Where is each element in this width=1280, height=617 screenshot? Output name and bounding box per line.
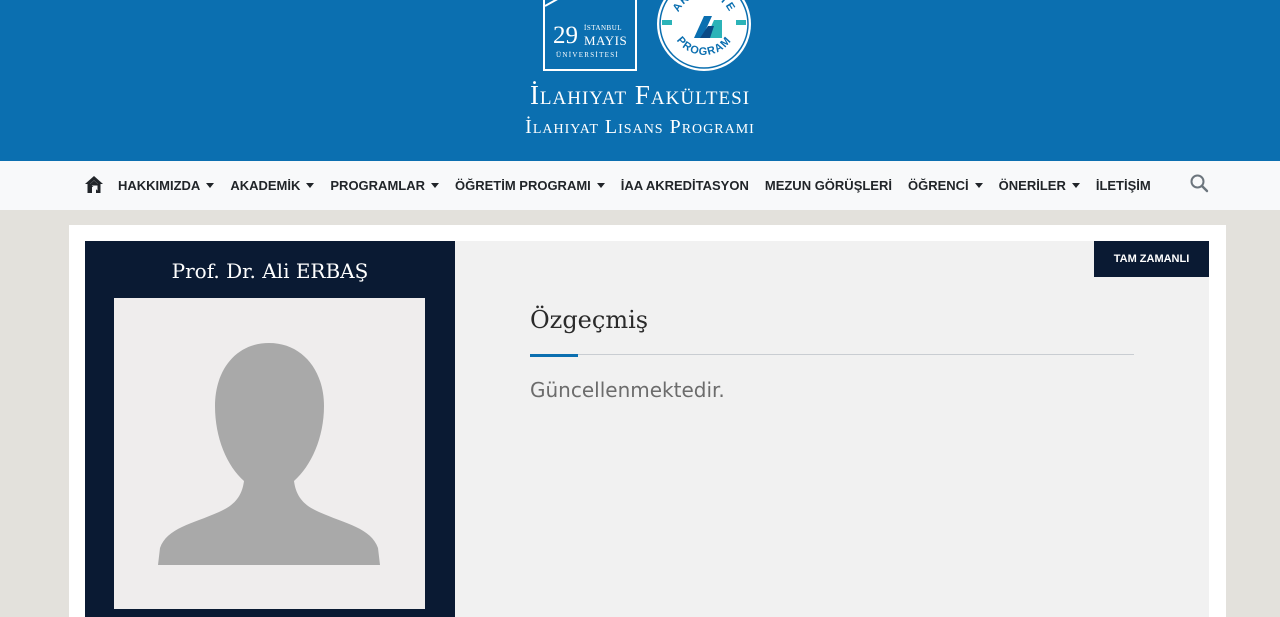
caret-down-icon xyxy=(596,183,605,188)
profile-name: Prof. Dr. Ali ERBAŞ xyxy=(171,259,369,283)
university-logo-number: 29 xyxy=(553,22,578,49)
caret-down-icon xyxy=(974,183,983,188)
accreditation-logo[interactable]: AKREDİTE PROGRAM xyxy=(656,0,752,72)
section-divider-accent xyxy=(530,354,578,357)
nav-item-mezun-go-ru-s-leri[interactable]: MEZUN GÖRÜŞLERİ xyxy=(757,161,900,210)
nav-item-akademi-k[interactable]: AKADEMİK xyxy=(222,161,322,210)
university-logo-line3: ÜNİVERSİTESİ xyxy=(556,51,620,59)
nav-item-label: PROGRAMLAR xyxy=(330,178,425,193)
section-body: Güncellenmektedir. xyxy=(530,378,725,402)
search-icon[interactable] xyxy=(1189,173,1209,193)
profile-panel: Prof. Dr. Ali ERBAŞ xyxy=(85,241,455,617)
nav-item-o-neri-ler[interactable]: ÖNERİLER xyxy=(991,161,1088,210)
section-divider xyxy=(530,354,1134,355)
nav-item-label: İLETİŞİM xyxy=(1095,178,1151,193)
home-icon[interactable] xyxy=(84,175,104,194)
site-header: 29 İSTANBUL MAYIS ÜNİVERSİTESİ AKREDİTE … xyxy=(0,0,1280,161)
nav-item-o-g-renci[interactable]: ÖĞRENCİ xyxy=(900,161,991,210)
nav-item-hakkimizda[interactable]: HAKKIMIZDA xyxy=(110,161,222,210)
nav-item-label: MEZUN GÖRÜŞLERİ xyxy=(764,178,892,193)
caret-down-icon xyxy=(431,183,439,188)
nav-item-programlar[interactable]: PROGRAMLAR xyxy=(322,161,447,210)
nav-item-label: AKADEMİK xyxy=(230,178,301,193)
nav-item-i-leti-s-i-m[interactable]: İLETİŞİM xyxy=(1088,161,1159,210)
nav-item-label: İAA AKREDİTASYON xyxy=(620,178,749,193)
nav-menu: HAKKIMIZDA AKADEMİK PROGRAMLAR ÖĞRETİM PROG… xyxy=(110,161,1159,210)
nav-item-o-g-reti-m-programi[interactable]: ÖĞRETİM PROGRAMI xyxy=(447,161,613,210)
university-logo-line2: MAYIS xyxy=(584,33,628,48)
nav-item-label: HAKKIMIZDA xyxy=(118,178,201,193)
caret-down-icon xyxy=(306,183,315,188)
section-title: Özgeçmiş xyxy=(530,306,649,334)
university-logo-line1: İSTANBUL xyxy=(584,24,623,32)
nav-item-label: ÖNERİLER xyxy=(998,178,1066,193)
faculty-title[interactable]: İlahiyat Fakültesi xyxy=(0,80,1280,111)
nav-item-label: ÖĞRENCİ xyxy=(907,178,969,193)
program-title[interactable]: İlahiyat Lisans Programı xyxy=(0,116,1280,139)
profile-photo xyxy=(114,298,425,609)
caret-down-icon xyxy=(206,183,215,188)
employment-type-badge: TAM ZAMANLI xyxy=(1094,241,1209,277)
caret-down-icon xyxy=(1071,183,1080,188)
nav-item-label: ÖĞRETİM PROGRAMI xyxy=(455,178,591,193)
main-navbar: HAKKIMIZDA AKADEMİK PROGRAMLAR ÖĞRETİM PROG… xyxy=(0,161,1280,210)
content-panel xyxy=(455,241,1209,617)
avatar-placeholder-icon xyxy=(158,343,380,565)
university-logo[interactable]: 29 İSTANBUL MAYIS ÜNİVERSİTESİ xyxy=(543,0,637,71)
nav-item-i-aa-akredi-tasyon[interactable]: İAA AKREDİTASYON xyxy=(613,161,757,210)
